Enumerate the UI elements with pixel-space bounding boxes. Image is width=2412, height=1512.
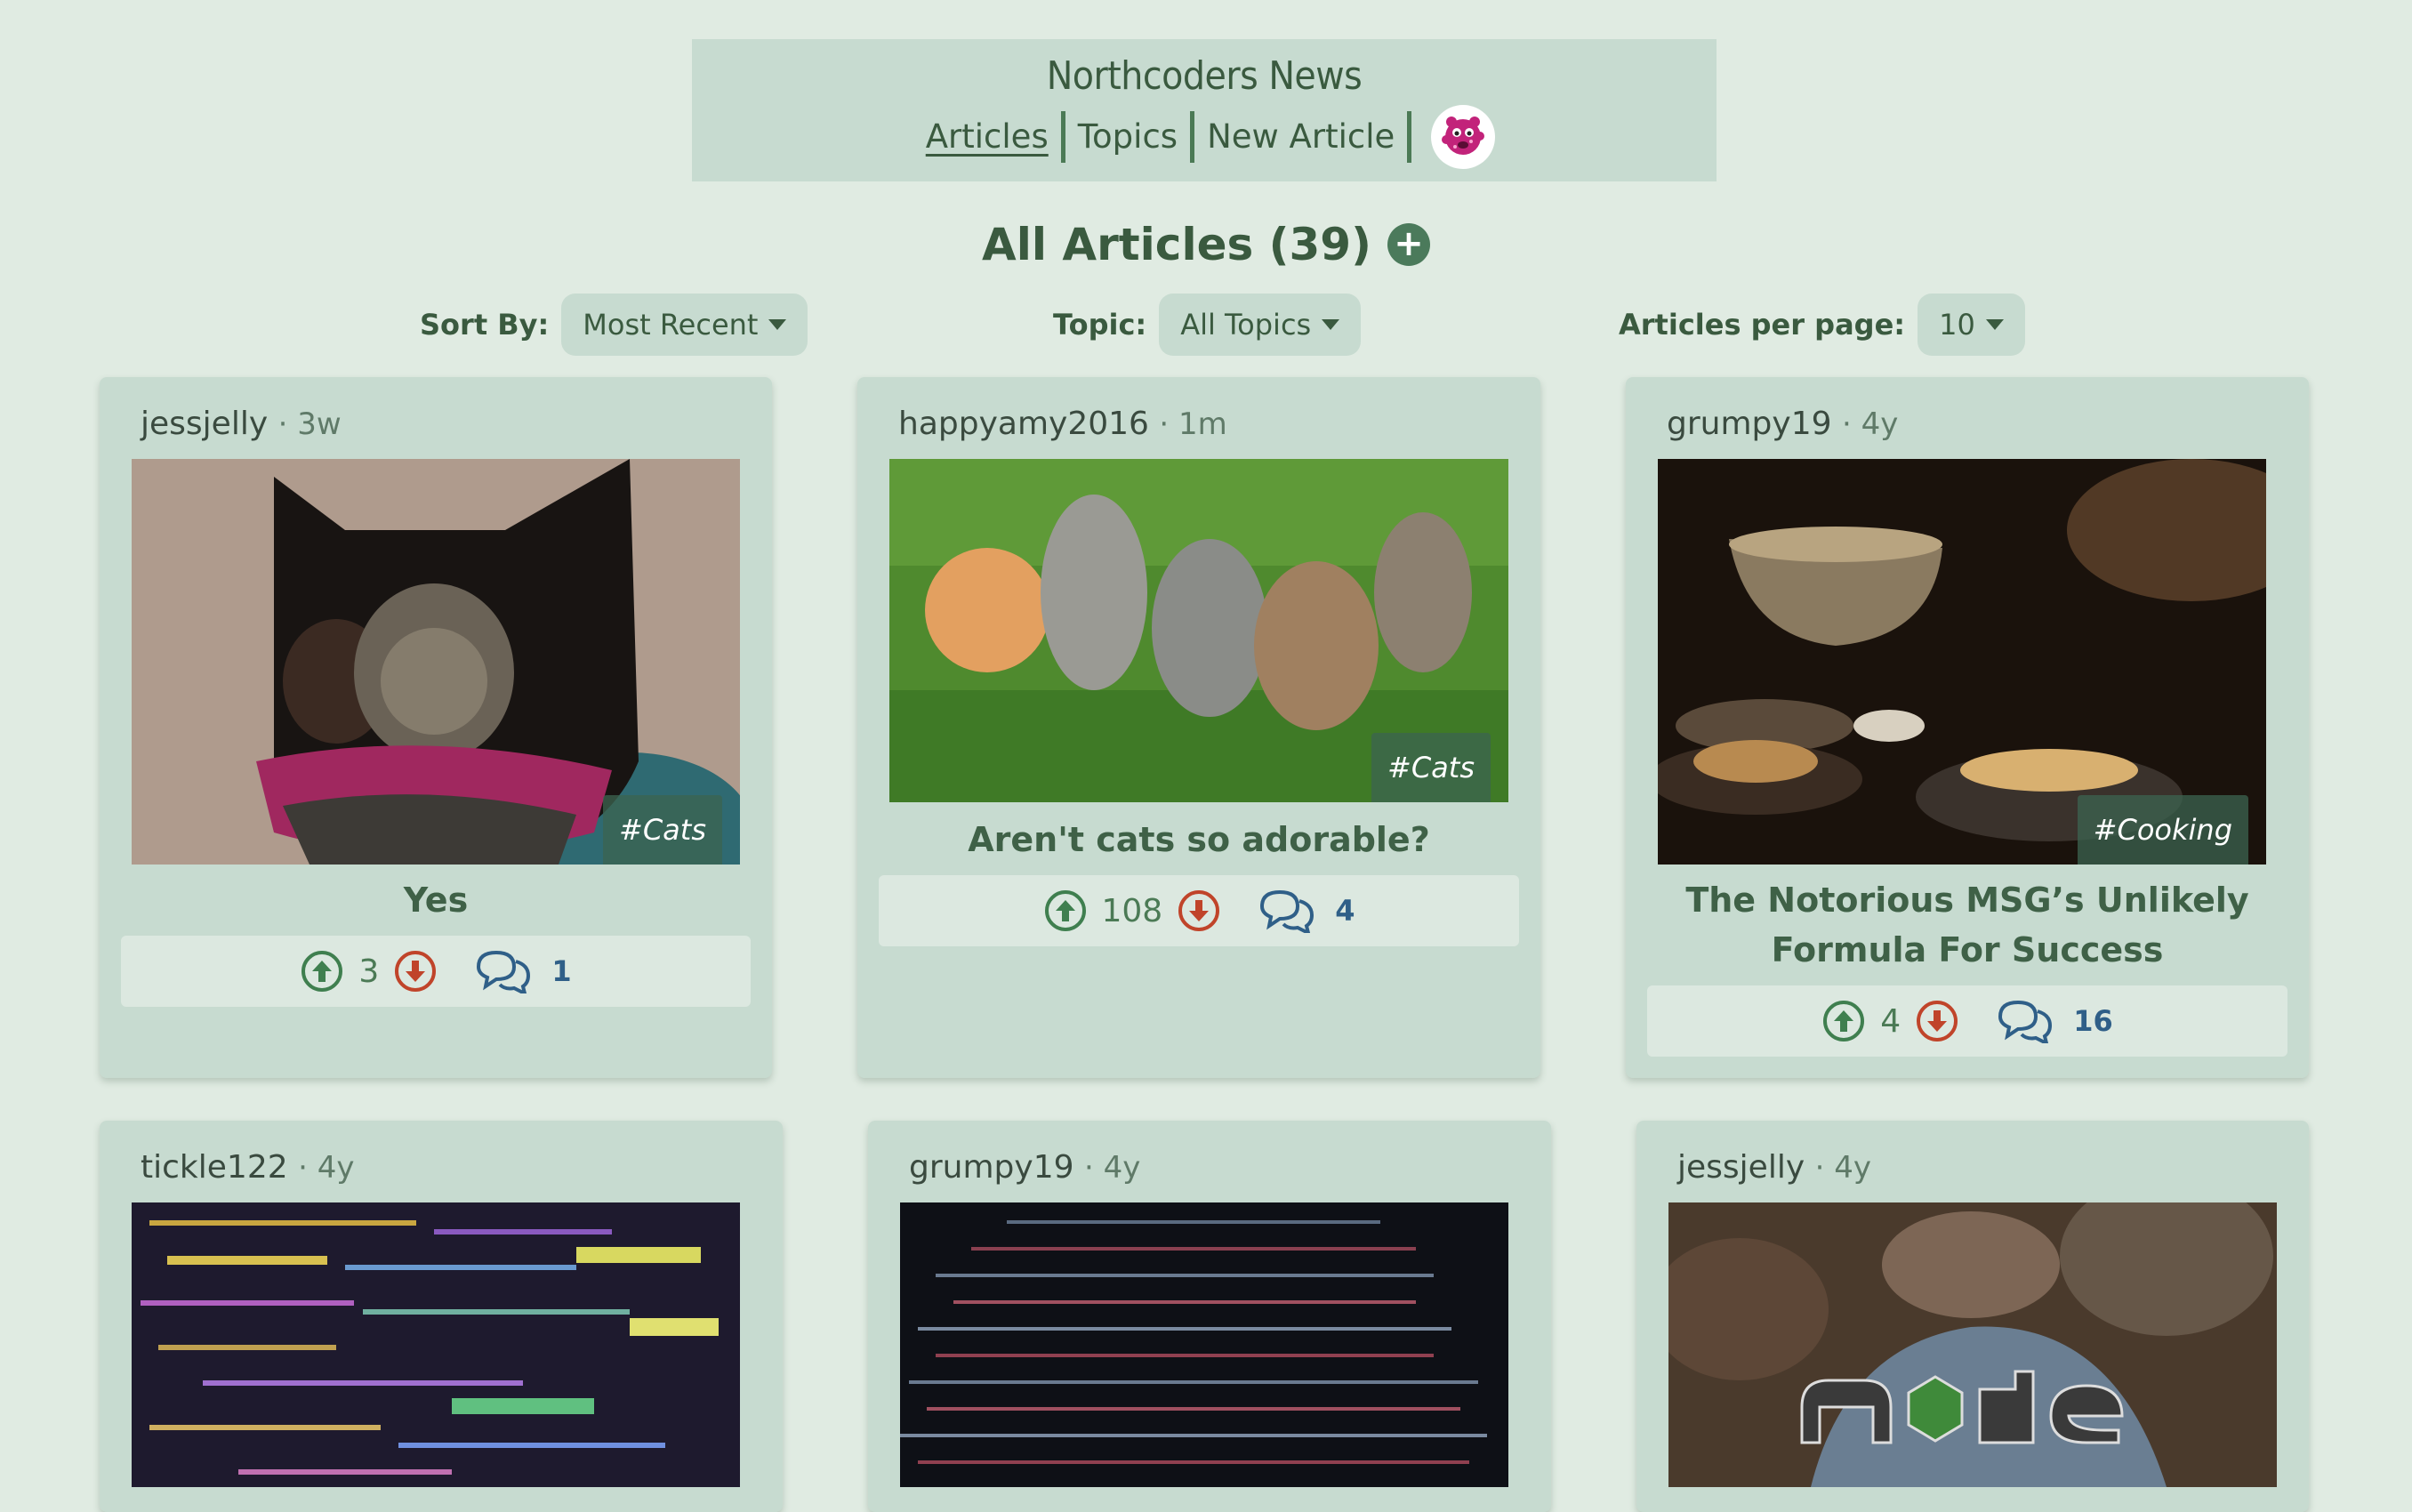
vote-bar: 3 1: [121, 936, 751, 1007]
card-meta: jessjelly · 4y: [1677, 1149, 1871, 1186]
topic-dropdown[interactable]: All Topics: [1159, 294, 1362, 356]
comment-count: 16: [2073, 1004, 2113, 1038]
article-image[interactable]: [1668, 1202, 2277, 1487]
main-nav: Articles Topics New Article: [692, 105, 1717, 169]
user-avatar[interactable]: [1431, 105, 1496, 169]
topic-value: All Topics: [1180, 308, 1312, 342]
plus-icon: +: [1394, 223, 1424, 264]
article-title-line: Formula For Success: [1771, 930, 2164, 969]
nav-topics-link[interactable]: Topics: [1065, 110, 1190, 164]
dark-code-screen-image: [900, 1202, 1508, 1487]
vote-count: 3: [358, 953, 380, 990]
author-name[interactable]: jessjelly: [1677, 1149, 1805, 1186]
sort-control: Sort By: Most Recent: [420, 294, 808, 356]
article-title[interactable]: Yes: [126, 875, 745, 925]
article-title[interactable]: The Notorious MSG’s Unlikely Formula For…: [1652, 875, 2282, 975]
article-image[interactable]: #Cats: [132, 459, 740, 865]
vote-bar: 108 4: [879, 875, 1519, 946]
topic-tag[interactable]: #Cooking: [2077, 795, 2248, 865]
add-article-button[interactable]: +: [1387, 223, 1430, 266]
author-name[interactable]: happyamy2016: [898, 406, 1149, 442]
card-meta: jessjelly · 3w: [141, 406, 342, 442]
topic-tag[interactable]: #Cats: [1371, 733, 1491, 802]
comments-icon[interactable]: [1257, 889, 1315, 933]
article-age: · 4y: [298, 1150, 355, 1186]
topic-tag[interactable]: #Cats: [603, 795, 722, 865]
upvote-icon[interactable]: [1821, 999, 1866, 1043]
sort-value: Most Recent: [583, 308, 759, 342]
page-title: All Articles (39): [982, 219, 1371, 270]
per-page-value: 10: [1939, 308, 1975, 342]
per-page-label: Articles per page:: [1619, 308, 1906, 342]
sort-label: Sort By:: [420, 308, 550, 342]
nav-articles-link[interactable]: Articles: [913, 110, 1061, 164]
caret-down-icon: [1985, 319, 2004, 330]
article-card[interactable]: happyamy2016 · 1m #Cats Aren't cats so a…: [857, 377, 1540, 1078]
article-image[interactable]: [132, 1202, 740, 1487]
card-meta: tickle122 · 4y: [141, 1149, 354, 1186]
comments-icon[interactable]: [1995, 999, 2054, 1043]
author-name[interactable]: tickle122: [141, 1149, 288, 1186]
node-js-shirt-image: [1668, 1202, 2277, 1487]
upvote-icon[interactable]: [1043, 889, 1088, 933]
card-meta: happyamy2016 · 1m: [898, 406, 1227, 442]
caret-down-icon: [1322, 319, 1340, 330]
article-card[interactable]: tickle122 · 4y: [100, 1121, 783, 1512]
code-screen-image: [132, 1202, 740, 1487]
comments-icon[interactable]: [473, 949, 532, 993]
article-card[interactable]: jessjelly · 4y: [1636, 1121, 2309, 1512]
site-header: Northcoders News Articles Topics New Art…: [692, 39, 1717, 181]
vote-count: 4: [1880, 1002, 1901, 1040]
vote-bar: 4 16: [1647, 985, 2287, 1057]
article-title-line: The Notorious MSG’s Unlikely: [1685, 881, 2249, 920]
article-title[interactable]: Aren't cats so adorable?: [884, 815, 1514, 865]
downvote-icon[interactable]: [393, 949, 438, 993]
article-image[interactable]: #Cooking: [1658, 459, 2266, 865]
comment-count: 1: [551, 954, 572, 988]
downvote-icon[interactable]: [1915, 999, 1959, 1043]
per-page-dropdown[interactable]: 10: [1918, 294, 2025, 356]
article-age: · 4y: [1814, 1150, 1871, 1186]
per-page-control: Articles per page: 10: [1619, 294, 2025, 356]
article-image[interactable]: [900, 1202, 1508, 1487]
card-meta: grumpy19 · 4y: [1667, 406, 1898, 442]
comment-count: 4: [1335, 894, 1355, 928]
downvote-icon[interactable]: [1177, 889, 1221, 933]
article-age: · 4y: [1083, 1150, 1141, 1186]
article-card[interactable]: jessjelly · 3w #Cats Yes 3 1: [100, 377, 772, 1078]
author-name[interactable]: grumpy19: [1667, 406, 1832, 442]
nav-new-article-link[interactable]: New Article: [1194, 110, 1407, 164]
caret-down-icon: [768, 319, 787, 330]
sort-dropdown[interactable]: Most Recent: [561, 294, 808, 356]
article-image[interactable]: #Cats: [889, 459, 1508, 802]
article-card[interactable]: grumpy19 · 4y #Cooking The Notorious MSG…: [1626, 377, 2309, 1078]
upvote-icon[interactable]: [300, 949, 344, 993]
article-age: · 4y: [1841, 406, 1899, 442]
topic-label: Topic:: [1053, 308, 1147, 342]
article-age: · 1m: [1159, 406, 1227, 442]
pink-monster-avatar-icon: [1442, 117, 1485, 155]
site-title: Northcoders News: [1046, 53, 1363, 99]
vote-count: 108: [1101, 892, 1163, 929]
article-age: · 3w: [277, 406, 342, 442]
article-card[interactable]: grumpy19 · 4y: [868, 1121, 1551, 1512]
nav-divider: [1407, 111, 1412, 163]
page-heading: All Articles (39) +: [0, 213, 2412, 276]
card-meta: grumpy19 · 4y: [909, 1149, 1140, 1186]
topic-control: Topic: All Topics: [1053, 294, 1362, 356]
author-name[interactable]: jessjelly: [141, 406, 268, 442]
author-name[interactable]: grumpy19: [909, 1149, 1074, 1186]
